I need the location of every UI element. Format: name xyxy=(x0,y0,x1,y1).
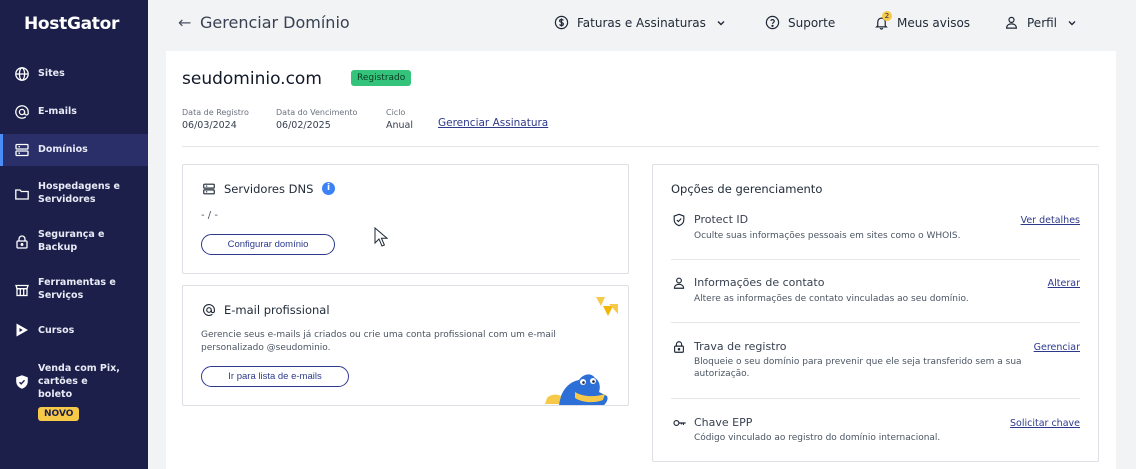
email-card-title: E-mail profissional xyxy=(224,303,330,317)
support-link[interactable]: Suporte xyxy=(765,15,835,30)
status-badge: Registrado xyxy=(351,70,412,86)
billing-label: Faturas e Assinaturas xyxy=(577,15,706,30)
management-options-title: Opções de gerenciamento xyxy=(671,182,823,196)
registrar-lock-title: Trava de registro xyxy=(694,340,787,353)
registrar-lock-description: Bloqueie o seu domínio para prevenir que… xyxy=(694,357,1022,379)
email-card: E-mail profissional Gerencie seus e-mail… xyxy=(182,285,629,406)
info-icon[interactable]: i xyxy=(322,182,335,195)
divider xyxy=(182,146,1099,147)
email-card-description: Gerencie seus e-mails já criados ou crie… xyxy=(201,330,556,353)
protect-id-description: Oculte suas informações pessoais em site… xyxy=(694,231,961,241)
sidebar-item-dominios[interactable]: Domínios xyxy=(0,134,148,166)
hostgator-mark-icon xyxy=(596,297,618,316)
sidebar-item-cursos[interactable]: Cursos xyxy=(0,323,148,339)
at-icon xyxy=(15,105,29,119)
user-icon xyxy=(1006,16,1017,29)
divider xyxy=(671,398,1080,399)
sidebar-item-hospedagens[interactable]: Hospedagens e Servidores xyxy=(0,180,148,206)
hostgator-logo[interactable]: HostGator xyxy=(24,14,119,34)
chevron-down-icon xyxy=(1068,20,1076,25)
contact-info-change-link[interactable]: Alterar xyxy=(1048,278,1080,289)
sidebar: HostGator Sites E-mails Domínios Hospeda… xyxy=(0,0,148,469)
support-label: Suporte xyxy=(788,15,836,30)
sidebar-item-label: Venda com Pix, cartões e boleto xyxy=(38,363,120,400)
profile-menu[interactable]: Perfil xyxy=(1004,15,1077,30)
sidebar-item-label: Sites xyxy=(38,68,65,79)
at-icon xyxy=(203,304,215,316)
contact-info-title: Informações de contato xyxy=(694,276,825,289)
divider xyxy=(671,322,1080,323)
shield-icon xyxy=(16,375,28,389)
lock-icon xyxy=(16,235,28,249)
sidebar-item-sites[interactable]: Sites xyxy=(0,66,148,82)
divider xyxy=(671,259,1080,260)
registrar-lock-manage-link[interactable]: Gerenciar xyxy=(1034,342,1080,353)
protect-id-title: Protect ID xyxy=(694,213,749,226)
play-icon xyxy=(16,323,28,337)
user-icon xyxy=(673,277,685,289)
sidebar-item-venda[interactable]: Venda com Pix, cartões e boleto NOVO xyxy=(0,362,148,421)
globe-icon xyxy=(15,67,29,81)
notices-label: Meus avisos xyxy=(897,15,971,30)
shield-check-icon xyxy=(673,213,685,227)
sidebar-item-label: Domínios xyxy=(38,144,88,155)
manage-subscription-link[interactable]: Gerenciar Assinatura xyxy=(438,117,548,129)
server-icon xyxy=(203,183,215,195)
contact-info-description: Altere as informações de contato vincula… xyxy=(694,294,969,304)
management-options-card: Opções de gerenciamento Protect ID Ocult… xyxy=(652,164,1099,462)
dollar-circle-icon xyxy=(554,15,569,30)
sidebar-item-label: E-mails xyxy=(38,106,77,117)
domain-panel: seudominio.com Registrado Data de Regist… xyxy=(166,51,1116,469)
expiry-date-label: Data do Vencimento xyxy=(276,108,358,117)
epp-key-title: Chave EPP xyxy=(694,416,753,429)
chevron-down-icon xyxy=(717,20,725,25)
registration-date: 06/03/2024 xyxy=(182,120,237,131)
folder-icon xyxy=(15,189,29,200)
domain-name: seudominio.com xyxy=(182,69,322,89)
cycle-label: Ciclo xyxy=(386,108,406,117)
gator-mascot-icon xyxy=(545,374,608,405)
dns-card: Servidores DNS i - / - Configurar domíni… xyxy=(182,164,629,274)
back-arrow-icon[interactable]: ← xyxy=(178,13,191,32)
help-circle-icon xyxy=(765,15,780,30)
sidebar-item-label: Ferramentas e Serviços xyxy=(38,277,116,301)
sidebar-item-emails[interactable]: E-mails xyxy=(0,104,148,120)
sidebar-item-label: Segurança e Backup xyxy=(38,229,105,253)
profile-label: Perfil xyxy=(1027,15,1058,30)
sidebar-item-seguranca[interactable]: Segurança e Backup xyxy=(0,228,148,254)
cycle-value: Anual xyxy=(386,120,414,131)
dns-card-title: Servidores DNS xyxy=(224,182,314,196)
email-list-button[interactable]: Ir para lista de e-mails xyxy=(201,366,349,387)
protect-id-details-link[interactable]: Ver detalhes xyxy=(1021,215,1080,226)
epp-key-request-link[interactable]: Solicitar chave xyxy=(1010,418,1080,429)
new-badge: NOVO xyxy=(38,407,80,421)
key-icon xyxy=(673,419,686,427)
dns-servers-value: - / - xyxy=(201,210,218,221)
server-icon xyxy=(15,143,29,157)
configure-domain-button[interactable]: Configurar domínio xyxy=(201,234,335,255)
notification-count-badge: 2 xyxy=(882,11,892,21)
lock-icon xyxy=(674,341,684,353)
epp-key-description: Código vinculado ao registro do domínio … xyxy=(694,433,941,443)
page-title: Gerenciar Domínio xyxy=(200,13,350,32)
top-bar: ← Gerenciar Domínio Faturas e Assinatura… xyxy=(148,0,1136,46)
store-icon xyxy=(15,284,29,297)
sidebar-item-label: Cursos xyxy=(38,325,75,336)
expiry-date: 06/02/2025 xyxy=(276,120,331,131)
billing-menu[interactable]: Faturas e Assinaturas xyxy=(554,15,726,30)
sidebar-item-ferramentas[interactable]: Ferramentas e Serviços xyxy=(0,276,148,302)
sidebar-item-label: Hospedagens e Servidores xyxy=(38,181,120,205)
notices-link[interactable]: 2 Meus avisos xyxy=(874,11,971,30)
registration-date-label: Data de Registro xyxy=(182,108,249,117)
mouse-cursor-icon xyxy=(374,227,388,247)
